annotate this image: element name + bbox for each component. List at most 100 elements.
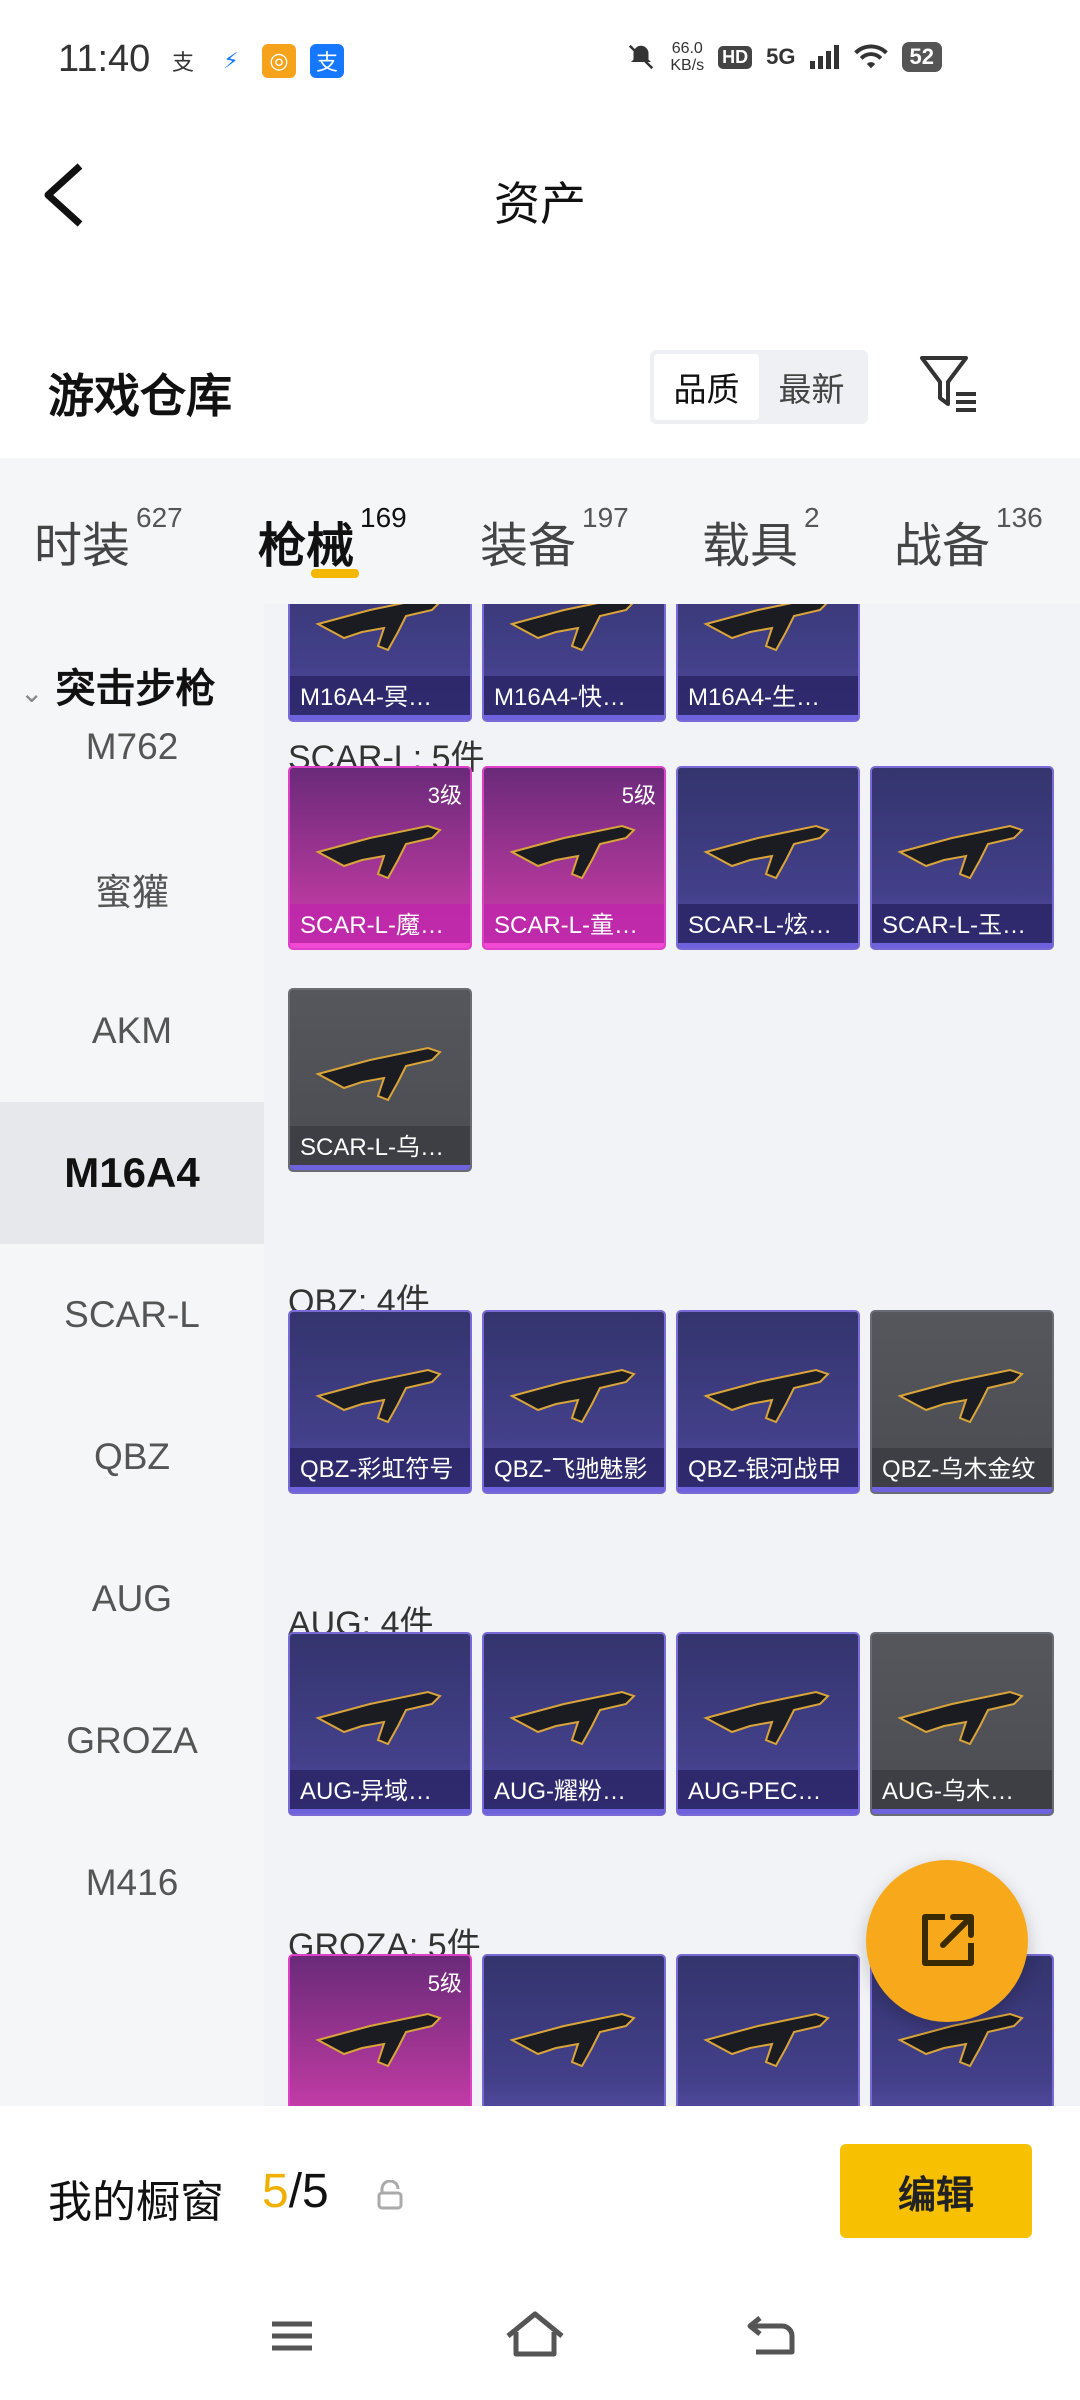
rifle-icon	[703, 1368, 830, 1424]
rarity-bar	[484, 1487, 664, 1492]
skin-name: QBZ-乌木金纹	[872, 1448, 1052, 1492]
warehouse-title: 游戏仓库	[48, 370, 232, 422]
skin-name: QBZ-飞驰魅影	[484, 1448, 664, 1492]
rifle-icon	[703, 824, 830, 880]
bank-app-icon: ⚡	[223, 48, 239, 73]
weapon-skin-card[interactable]: M16A4-生…	[676, 604, 860, 722]
sidebar-item-groza[interactable]: GROZA	[0, 1670, 264, 1812]
rifle-icon	[315, 1046, 442, 1102]
page-title: 资产	[494, 178, 586, 230]
level-badge: 5级	[621, 783, 656, 808]
rifle-icon	[509, 1368, 636, 1424]
level-badge: 3级	[427, 783, 462, 808]
weapon-skin-card[interactable]: SCAR-L-玉…	[870, 766, 1054, 950]
share-fab-button[interactable]	[866, 1860, 1028, 2022]
home-icon	[506, 2311, 564, 2357]
weapon-skin-card[interactable]: M16A4-快…	[482, 604, 666, 722]
sidebar-item-qbz[interactable]: QBZ	[0, 1386, 264, 1528]
rarity-bar	[290, 1809, 470, 1814]
skin-name: QBZ-彩虹符号	[290, 1448, 470, 1492]
lock-icon	[377, 2180, 403, 2210]
rarity-bar	[872, 1487, 1052, 1492]
weapon-skin-card[interactable]: QBZ-飞驰魅影	[482, 1310, 666, 1494]
weapon-skin-card[interactable]: AUG-PEC…	[676, 1632, 860, 1816]
weapon-skin-card[interactable]: 5级 SCAR-L-童…	[482, 766, 666, 950]
rifle-icon	[509, 824, 636, 880]
rifle-icon	[703, 2012, 830, 2068]
rifle-icon	[897, 824, 1024, 880]
weapon-skin-card[interactable]: 5级	[288, 1954, 472, 2106]
weapon-sidebar: ⌄ 突击步枪 M762 蜜獾 AKM M16A4 SCAR-L QBZ AUG G…	[0, 604, 264, 2106]
filter-button[interactable]	[918, 352, 988, 422]
mute-bell-icon	[629, 44, 654, 70]
weapon-skin-card[interactable]: SCAR-L-炫…	[676, 766, 860, 950]
skin-name: M16A4-快…	[484, 676, 664, 720]
return-icon	[747, 2316, 795, 2355]
menu-icon	[272, 2321, 312, 2351]
weapon-skin-card[interactable]: AUG-耀粉…	[482, 1632, 666, 1816]
tab-fashion[interactable]: 时装627	[34, 502, 183, 576]
sidebar-item-akm[interactable]: AKM	[0, 960, 264, 1102]
rarity-bar	[484, 1809, 664, 1814]
rifle-icon	[315, 604, 440, 652]
tab-equipment[interactable]: 装备197	[480, 502, 629, 576]
rifle-icon	[509, 1690, 636, 1746]
weapon-skin-card[interactable]	[676, 1954, 860, 2106]
sidebar-item-m16a4[interactable]: M16A4	[0, 1102, 264, 1244]
wifi-icon	[853, 44, 888, 69]
skin-name: SCAR-L-童…	[484, 904, 664, 948]
rarity-bar	[290, 943, 470, 948]
weapon-skin-card[interactable]: QBZ-彩虹符号	[288, 1310, 472, 1494]
sort-quality-button[interactable]: 品质	[654, 354, 759, 420]
sidebar-item-scar-l[interactable]: SCAR-L	[0, 1244, 264, 1386]
status-bar: 11:40 支 ⚡ ◎ 支 66.0 KB/s HD 5G 52	[0, 0, 1080, 120]
weapon-skin-card[interactable]	[482, 1954, 666, 2106]
rarity-bar	[484, 943, 664, 948]
skin-name: M16A4-生…	[678, 676, 858, 720]
showcase-label: 我的橱窗	[48, 2178, 224, 2227]
status-app-icons: 支 ⚡ ◎ 支	[166, 44, 344, 78]
share-icon	[922, 1914, 974, 1966]
showcase-bar: 我的橱窗 5/5 编辑	[0, 2106, 1080, 2286]
network-speed: 66.0 KB/s	[670, 40, 705, 74]
rarity-bar	[484, 715, 664, 720]
signal-icon	[809, 45, 839, 69]
menu-nav-button[interactable]	[262, 2306, 342, 2376]
weapon-skin-card[interactable]: M16A4-冥…	[288, 604, 472, 722]
skin-name: QBZ-银河战甲	[678, 1448, 858, 1492]
sidebar-item-aug[interactable]: AUG	[0, 1528, 264, 1670]
rarity-bar	[290, 715, 470, 720]
tab-firearms[interactable]: 枪械169	[258, 502, 407, 576]
weapon-skin-card[interactable]: AUG-乌木…	[870, 1632, 1054, 1816]
rarity-bar	[290, 1487, 470, 1492]
weapon-skin-card[interactable]: QBZ-银河战甲	[676, 1310, 860, 1494]
tab-combat-gear[interactable]: 战备136	[894, 502, 1043, 576]
skin-name: SCAR-L-玉…	[872, 904, 1052, 948]
weapon-skin-card[interactable]: 3级 SCAR-L-魔…	[288, 766, 472, 950]
rifle-icon	[315, 1690, 442, 1746]
sort-newest-button[interactable]: 最新	[759, 354, 864, 420]
active-tab-indicator	[311, 569, 359, 578]
skin-name: SCAR-L-炫…	[678, 904, 858, 948]
back-nav-button[interactable]	[742, 2306, 822, 2376]
rifle-icon	[315, 1368, 442, 1424]
weapon-skin-card[interactable]: SCAR-L-乌…	[288, 988, 472, 1172]
tab-vehicles[interactable]: 载具2	[702, 502, 820, 576]
rarity-bar	[678, 1809, 858, 1814]
skin-name: AUG-PEC…	[678, 1770, 858, 1814]
weapon-skin-card[interactable]: QBZ-乌木金纹	[870, 1310, 1054, 1494]
home-nav-button[interactable]	[500, 2306, 580, 2376]
rifle-icon	[315, 2012, 442, 2068]
edit-button[interactable]: 编辑	[840, 2144, 1032, 2238]
rifle-icon	[315, 824, 442, 880]
weapon-skin-card[interactable]: AUG-异域…	[288, 1632, 472, 1816]
rifle-icon	[897, 1368, 1024, 1424]
rifle-icon	[897, 1690, 1024, 1746]
sidebar-item-m762[interactable]: M762	[0, 676, 264, 818]
rifle-icon	[703, 604, 828, 652]
sidebar-item-honey-badger[interactable]: 蜜獾	[0, 818, 264, 960]
category-tabs: 时装627 枪械169 装备197 载具2 战备136	[0, 458, 1080, 604]
rarity-bar	[678, 943, 858, 948]
network-type: 5G	[766, 44, 796, 69]
sidebar-item-m416[interactable]: M416	[0, 1812, 264, 1954]
